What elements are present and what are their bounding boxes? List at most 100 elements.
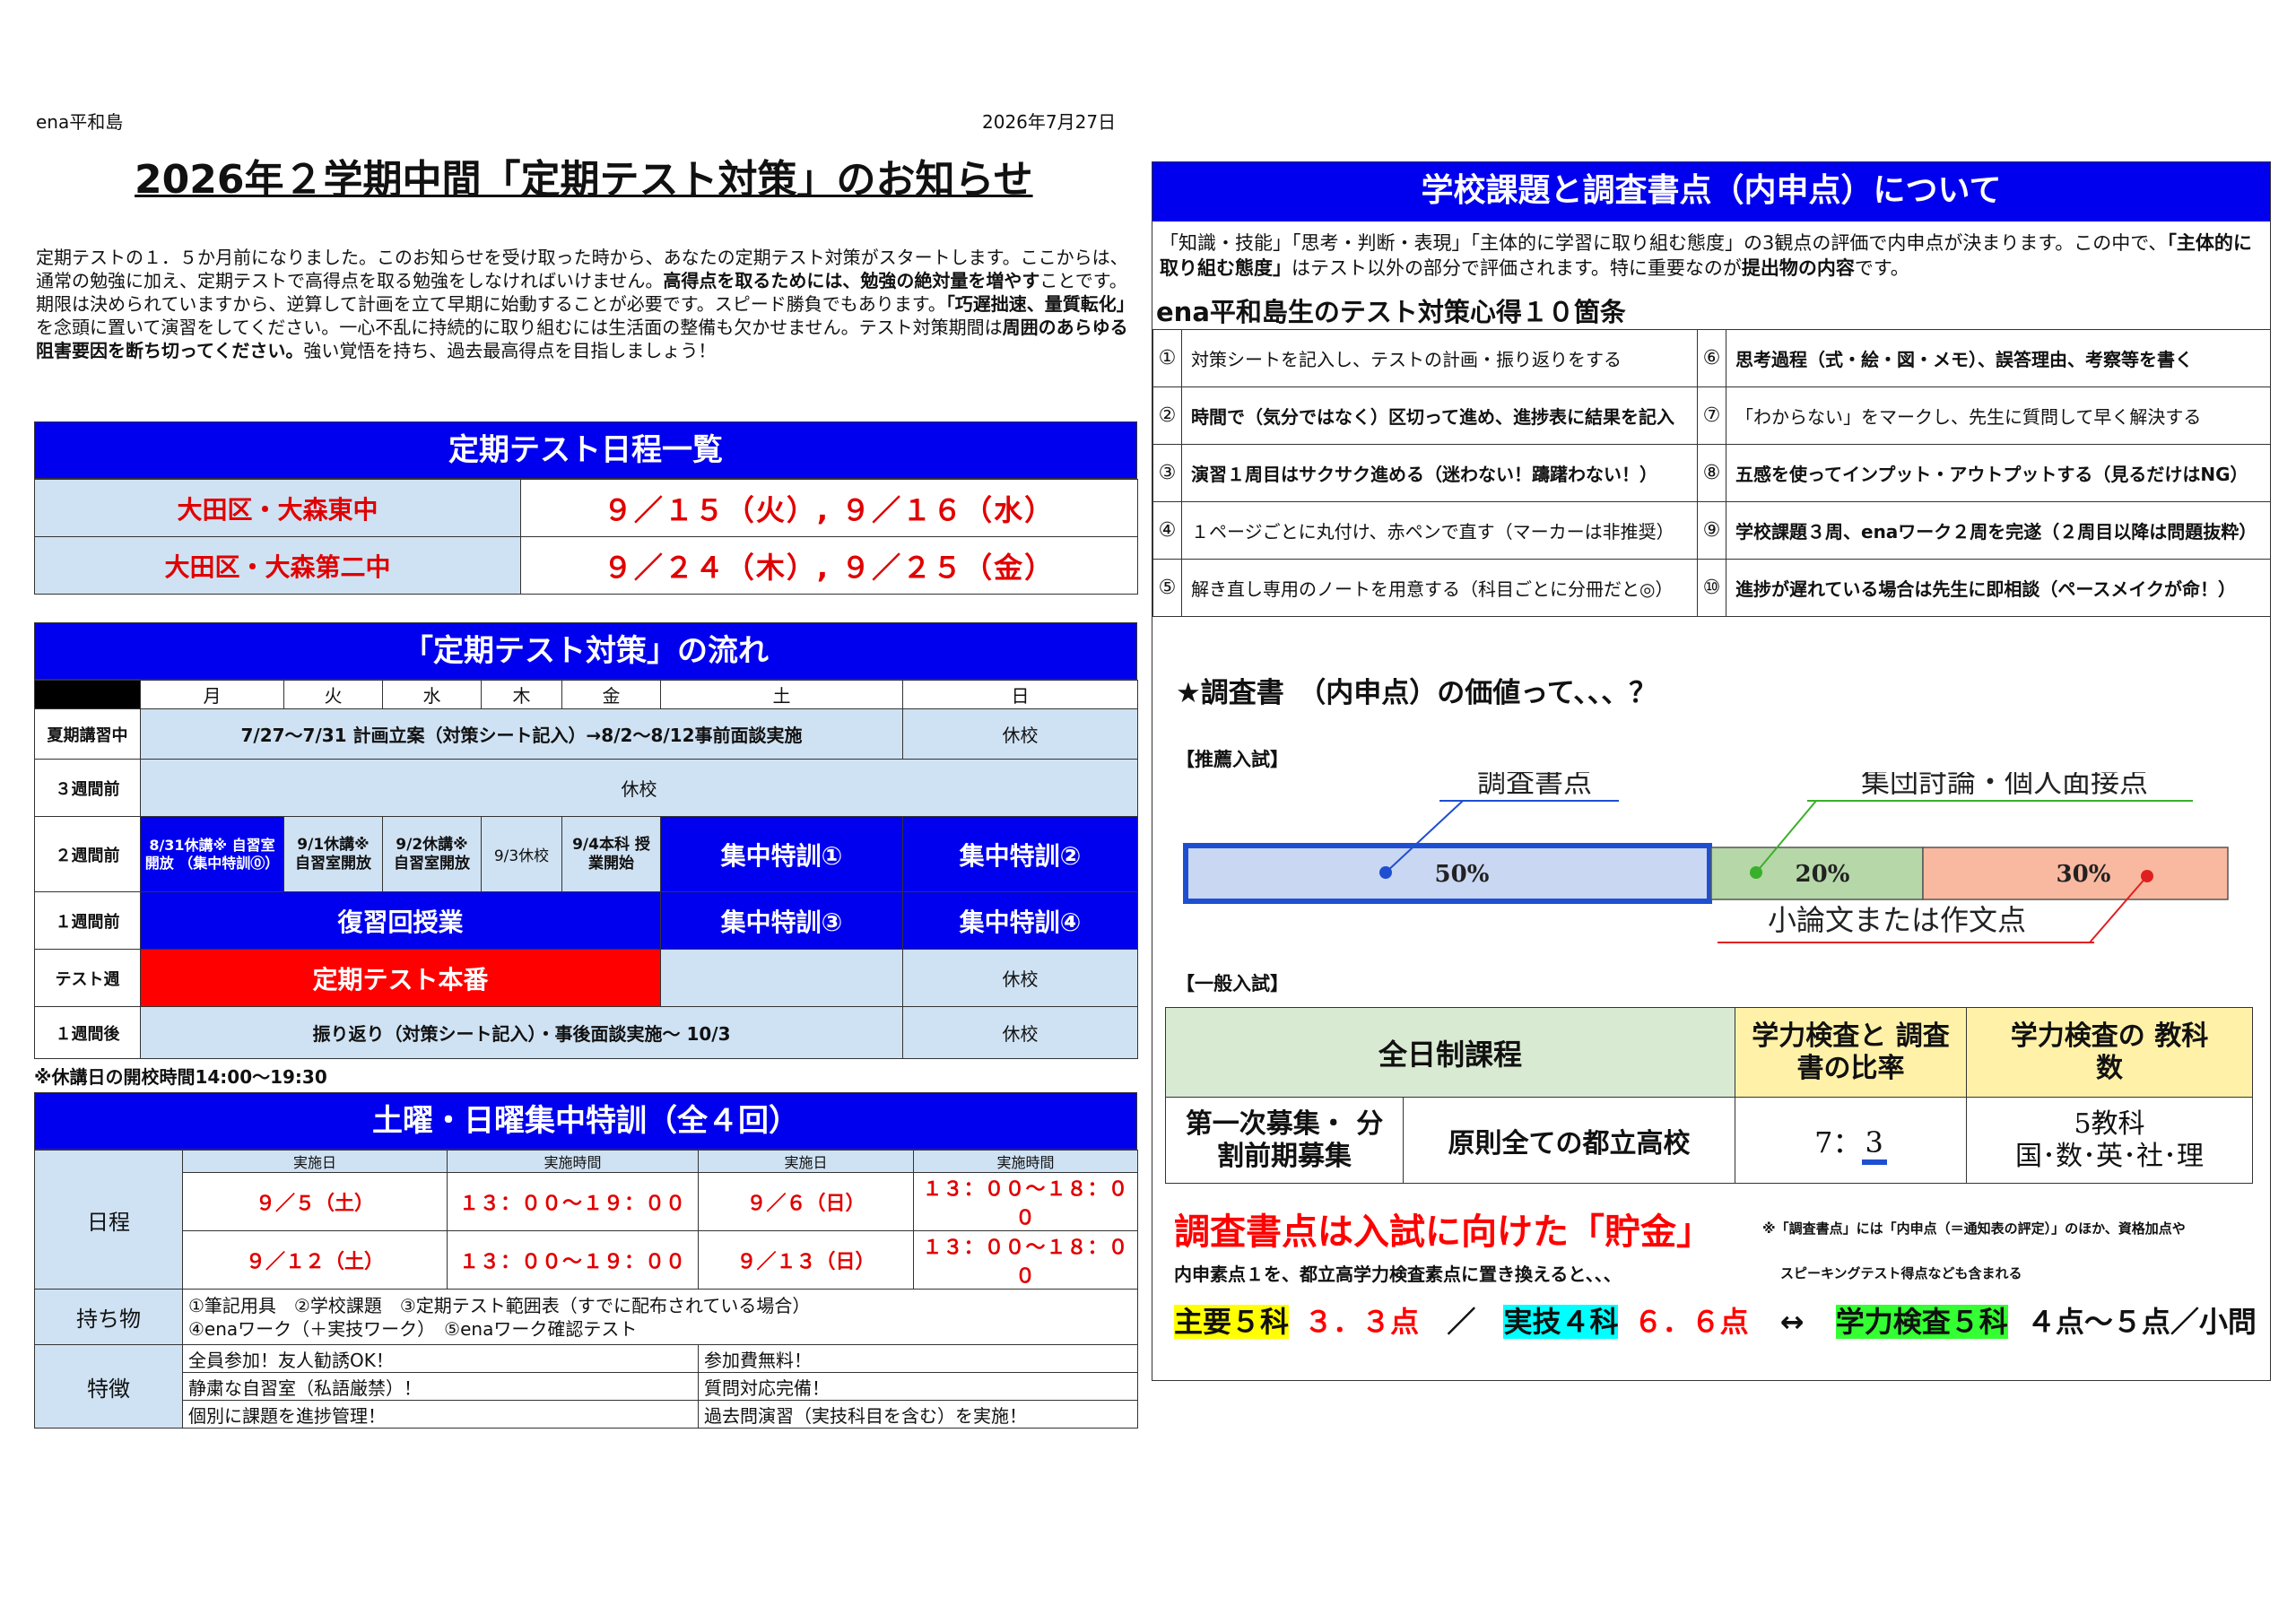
intensive-row: ９／１２（土） １３：００〜１９：００ ９／１３（日） １３：００〜１８：００ bbox=[35, 1230, 1138, 1290]
score-conversion: 主要５科 ３．３点 ／ 実技４科 ６．６点 ↔ 学力検査５科 ４点〜５点／小問 bbox=[1174, 1299, 2257, 1341]
flow-row: 夏期講習中 7/27〜7/31 計画立案（対策シート記入）→8/2〜8/12事前… bbox=[34, 708, 1138, 760]
report-percent: 50% bbox=[1435, 861, 1490, 888]
exam-week: 定期テスト本番 bbox=[140, 949, 661, 1007]
savings-note-2: スピーキングテスト得点なども含まれる bbox=[1780, 1265, 2022, 1281]
gakuryoku-label: 学力検査５科 bbox=[1835, 1305, 2008, 1339]
tip-text: 学校課題３周、enaワーク２周を完遂（２周目以降は問題抜粋） bbox=[1726, 501, 2271, 560]
ratio-cell: 7： 3 bbox=[1735, 1097, 1968, 1184]
tip-text: 「わからない」をマークし、先生に質問して早く解決する bbox=[1726, 386, 2271, 445]
tips-row: ③ 演習１周目はサクサク進める（迷わない！躊躇わない！） ⑧ 五感を使ってインプ… bbox=[1152, 444, 2271, 502]
summer-plan: 7/27〜7/31 計画立案（対策シート記入）→8/2〜8/12事前面談実施 bbox=[140, 708, 903, 760]
school-name-cell: 大田区・大森東中 bbox=[34, 479, 521, 537]
col-time: 実施時間 bbox=[447, 1150, 699, 1173]
day-fri: 金 bbox=[561, 680, 661, 709]
feature-row: 静粛な自習室（私語厳禁）！ 質問対応完備！ bbox=[35, 1372, 1138, 1401]
main5-label: 主要５科 bbox=[1174, 1305, 1290, 1339]
page-title: 2026年２学期中間「定期テスト対策」のお知らせ bbox=[135, 157, 1033, 203]
tue-9-1: 9/1休講※ 自習室開放 bbox=[283, 816, 383, 892]
flow-row: １週間前 復習回授業 集中特訓③ 集中特訓④ bbox=[34, 891, 1138, 950]
tips-row: ① 対策シートを記入し、テストの計画・振り返りをする ⑥ 思考過程（式・絵・図・… bbox=[1152, 329, 2271, 387]
sat-intensive-3: 集中特訓③ bbox=[660, 891, 903, 950]
group-callout-dot bbox=[1750, 866, 1762, 879]
items-cell: ①筆記用具 ②学校課題 ③定期テスト範囲表（すでに配布されている場合） ④ena… bbox=[182, 1289, 1138, 1345]
sun-intensive-2: 集中特訓② bbox=[902, 816, 1138, 892]
essay-callout-dot bbox=[2141, 870, 2153, 882]
mon-8-31: 8/31休講※ 自習室開放 （集中特訓⓪） bbox=[140, 816, 284, 892]
tip-number: ⑧ bbox=[1697, 444, 1726, 502]
subjects-cell: 5教科 国･数･英･社･理 bbox=[1966, 1097, 2254, 1184]
ratio-a: 7： bbox=[1814, 1125, 1862, 1159]
essay-percent: 30% bbox=[2057, 861, 2111, 888]
value-title: ★調査書 （内申点）の価値って、、、？ bbox=[1176, 677, 1657, 709]
intro-text-4: 強い覚悟を持ち、過去最高得点を目指しましょう！ bbox=[303, 340, 717, 361]
sun-closed: 休校 bbox=[902, 1006, 1138, 1059]
exam-dates-cell: ９／１５（火）, ９／１６（水） bbox=[520, 479, 1138, 537]
arrow-icon: ↔ bbox=[1779, 1305, 1805, 1339]
sun-time: １３：００〜１８：００ bbox=[913, 1230, 1138, 1290]
date: 2026年7月27日 bbox=[982, 111, 1117, 133]
ratio-b: 3 bbox=[1861, 1125, 1887, 1165]
convert-text: 内申素点１を、都立高学力検査素点に置き換えると､､､ bbox=[1174, 1264, 1613, 1285]
tip-text: 解き直し専用のノートを用意する（科目ごとに分冊だと◎） bbox=[1181, 559, 1698, 617]
jitsugi-value: ６．６点 bbox=[1633, 1305, 1749, 1339]
col-time: 実施時間 bbox=[913, 1150, 1138, 1173]
recruit-type: 第一次募集・ 分割前期募集 bbox=[1165, 1097, 1404, 1184]
tip-text: 対策シートを記入し、テストの計画・振り返りをする bbox=[1181, 329, 1698, 387]
sun-closed: 休校 bbox=[902, 708, 1138, 760]
sat-empty bbox=[660, 949, 903, 1007]
schedule-table: 大田区・大森東中 ９／１５（火）, ９／１６（水） 大田区・大森第二中 ９／２４… bbox=[34, 479, 1138, 595]
slash: ／ bbox=[1447, 1305, 1476, 1339]
closed-week: 休校 bbox=[140, 759, 1138, 817]
recommend-label: 【推薦入試】 bbox=[1176, 749, 1289, 770]
intensive-table: 日程 実施日 実施時間 実施日 実施時間 ９／５（土） １３：００〜１９：００ … bbox=[34, 1150, 1138, 1429]
feature-item: 静粛な自習室（私語厳禁）！ bbox=[182, 1372, 699, 1401]
day-tue: 火 bbox=[283, 680, 383, 709]
row-label: テスト週 bbox=[34, 949, 141, 1007]
day-mon: 月 bbox=[140, 680, 284, 709]
sat-date: ９／５（土） bbox=[182, 1172, 448, 1231]
subjects-count: 5教科 bbox=[2074, 1107, 2145, 1140]
savings-title: 調査書点は入試に向けた「貯金」 bbox=[1174, 1211, 1712, 1253]
gakuryoku-value: ４点〜５点／小問 bbox=[2026, 1305, 2257, 1339]
intro-text-3: を念頭に置いて演習をしてください。一心不乱に持続的に取り組むには生活面の整備も欠… bbox=[36, 317, 1003, 338]
row-label: ３週間前 bbox=[34, 759, 141, 817]
tip-number: ⑦ bbox=[1697, 386, 1726, 445]
tips-row: ④ １ページごとに丸付け、赤ペンで直す（マーカーは非推奨） ⑨ 学校課題３周、e… bbox=[1152, 501, 2271, 560]
report-paragraph: 「知識・技能」「思考・判断・表現」「主体的に学習に取り組む態度」の3観点の評価で… bbox=[1152, 221, 2270, 281]
sun-date: ９／６（日） bbox=[698, 1172, 914, 1231]
tips-table: ① 対策シートを記入し、テストの計画・振り返りをする ⑥ 思考過程（式・絵・図・… bbox=[1152, 329, 2271, 617]
schedule-label: 日程 bbox=[34, 1150, 183, 1290]
review-classes: 復習回授業 bbox=[140, 891, 661, 950]
intensive-head: 日程 実施日 実施時間 実施日 実施時間 bbox=[34, 1150, 1138, 1290]
general-exam-table: 全日制課程 学力検査と 調査書の比率 学力検査の 教科数 第一次募集・ 分割前期… bbox=[1164, 1007, 2254, 1184]
flow-day-header: 月 火 水 木 金 土 日 bbox=[34, 680, 1138, 709]
row-label: １週間前 bbox=[34, 891, 141, 950]
feature-item: 全員参加！友人勧誘OK！ bbox=[182, 1344, 699, 1373]
sun-closed: 休校 bbox=[902, 949, 1138, 1007]
general-label: 【一般入試】 bbox=[1176, 973, 1289, 994]
items-line-1: ①筆記用具 ②学校課題 ③定期テスト範囲表（すでに配布されている場合） bbox=[188, 1294, 811, 1316]
features-label: 特徴 bbox=[34, 1344, 183, 1429]
day-sun: 日 bbox=[902, 680, 1138, 709]
tips-row: ② 時間で（気分ではなく）区切って進め、進捗表に結果を記入 ⑦ 「わからない」を… bbox=[1152, 386, 2271, 445]
report-callout-label: 調査書点 bbox=[1477, 772, 1592, 799]
feature-item: 過去問演習（実技科目を含む）を実施！ bbox=[698, 1400, 1138, 1429]
feature-row: 特徴 全員参加！友人勧誘OK！ 参加費無料！ bbox=[34, 1344, 1138, 1429]
items-row: 持ち物 ①筆記用具 ②学校課題 ③定期テスト範囲表（すでに配布されている場合） … bbox=[34, 1289, 1138, 1345]
exam-head-row: 全日制課程 学力検査と 調査書の比率 学力検査の 教科数 bbox=[1164, 1007, 2254, 1098]
corner-cell bbox=[34, 680, 141, 709]
tips-row: ⑤ 解き直し専用のノートを用意する（科目ごとに分冊だと◎） ⑩ 進捗が遅れている… bbox=[1152, 559, 2271, 617]
intro-bold-2: 「巧遅拙速、量質転化」 bbox=[945, 293, 1135, 315]
exam-schedule: 定期テスト日程一覧 大田区・大森東中 ９／１５（火）, ９／１６（水） 大田区・… bbox=[34, 421, 1138, 595]
sun-time: １３：００〜１８：００ bbox=[913, 1172, 1138, 1231]
row-label: １週間後 bbox=[34, 1006, 141, 1059]
follow-up: 振り返り（対策シート記入）・事後面談実施〜 10/3 bbox=[140, 1006, 903, 1059]
intensive-row: ９／５（土） １３：００〜１９：００ ９／６（日） １３：００〜１８：００ bbox=[35, 1172, 1138, 1231]
recommend-ratio-graphic: 50% 20% 30% 調査書点 集団討論・個人面接点 小論文または作文点 bbox=[1183, 772, 2229, 943]
tip-number: ② bbox=[1152, 386, 1182, 445]
subjects-head: 学力検査の 教科数 bbox=[1966, 1007, 2254, 1098]
schedule-title: 定期テスト日程一覧 bbox=[34, 421, 1137, 479]
tip-text: 進捗が遅れている場合は先生に即相談（ペースメイクが命！） bbox=[1726, 559, 2271, 617]
sat-time: １３：００〜１９：００ bbox=[447, 1172, 699, 1231]
items-line-2: ④enaワーク（＋実技ワーク） ⑤enaワーク確認テスト bbox=[188, 1317, 638, 1340]
